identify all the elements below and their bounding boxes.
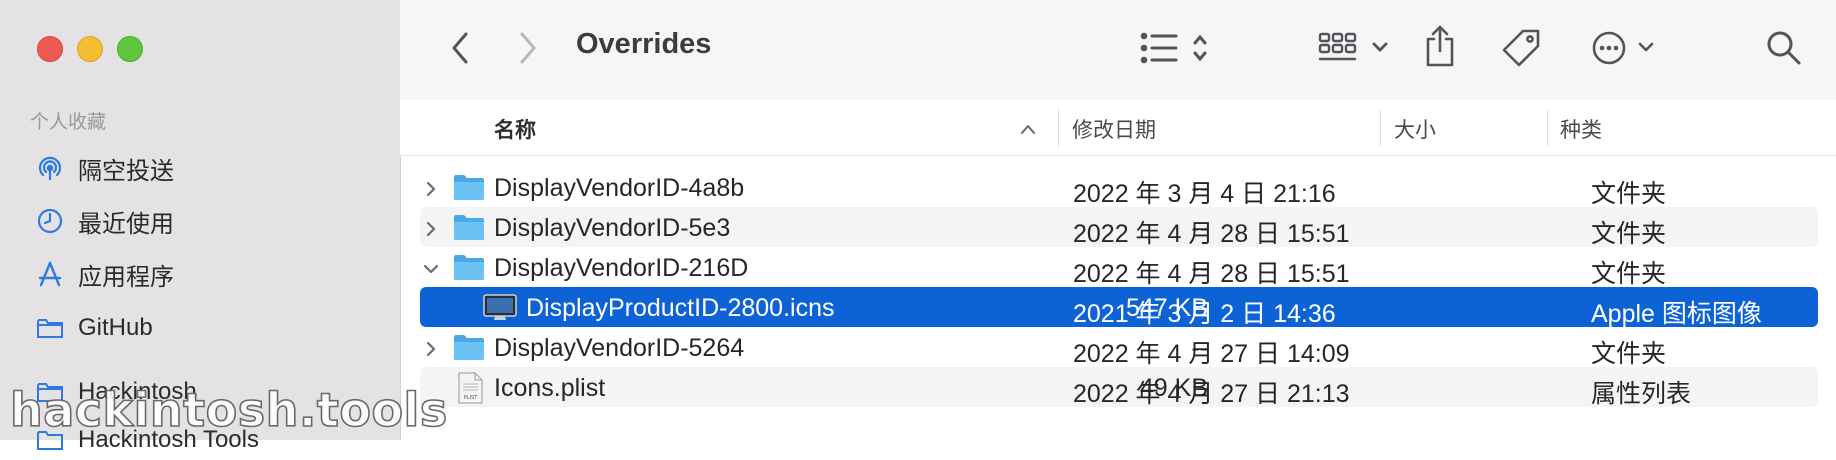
file-row[interactable]: DisplayVendorID-5e3 2022 年 4 月 28 日 15:5… xyxy=(420,207,1818,248)
file-size: -- xyxy=(1191,334,1208,362)
file-kind: 文件夹 xyxy=(1591,180,1667,208)
group-button[interactable] xyxy=(1318,26,1394,70)
back-button[interactable] xyxy=(442,28,478,68)
plist-file-icon: PLIST xyxy=(456,372,484,404)
finder-window: 个人收藏 隔空投送 最近使用 应用程序 GitHub Hackintosh Ha… xyxy=(0,0,1836,453)
sidebar-item-airdrop[interactable]: 隔空投送 xyxy=(34,148,174,188)
folder-icon xyxy=(34,312,66,344)
tag-button[interactable] xyxy=(1500,26,1544,70)
forward-button[interactable] xyxy=(510,28,546,68)
file-date: 2022 年 4 月 27 日 21:13 xyxy=(1073,380,1350,408)
sidebar: 个人收藏 隔空投送 最近使用 应用程序 GitHub Hackintosh Ha… xyxy=(0,0,401,453)
sidebar-item-applications[interactable]: 应用程序 xyxy=(34,254,174,294)
file-date: 2022 年 4 月 27 日 14:09 xyxy=(1073,340,1350,368)
minimize-window-button[interactable] xyxy=(77,36,103,62)
file-size: 547 KB xyxy=(1125,294,1208,322)
file-kind: Apple 图标图像 xyxy=(1591,300,1762,328)
column-header-kind[interactable]: 种类 xyxy=(1560,114,1602,144)
grid-group-icon xyxy=(1318,28,1394,68)
column-header-size[interactable]: 大小 xyxy=(1394,114,1436,144)
file-kind: 属性列表 xyxy=(1591,380,1692,408)
sidebar-item-label: GitHub xyxy=(78,314,153,341)
applications-icon xyxy=(34,258,66,290)
folder-icon xyxy=(452,332,486,362)
file-size: 49 KB xyxy=(1139,374,1208,402)
file-name: DisplayVendorID-5264 xyxy=(494,334,745,362)
file-name: DisplayVendorID-5e3 xyxy=(494,214,731,242)
disclosure-expanded-icon[interactable] xyxy=(421,257,441,277)
sidebar-section-favorites: 个人收藏 xyxy=(30,112,107,133)
file-row[interactable]: DisplayVendorID-4a8b 2022 年 3 月 4 日 21:1… xyxy=(420,167,1818,208)
toolbar: Overrides xyxy=(400,0,1836,101)
airdrop-icon xyxy=(34,152,66,184)
sort-ascending-icon[interactable] xyxy=(1020,122,1036,140)
file-date: 2022 年 4 月 28 日 15:51 xyxy=(1073,260,1350,288)
file-kind: 文件夹 xyxy=(1591,340,1667,368)
file-row[interactable]: DisplayVendorID-5264 2022 年 4 月 27 日 14:… xyxy=(420,327,1818,368)
file-kind: 文件夹 xyxy=(1591,260,1667,288)
chevron-left-icon xyxy=(450,31,470,65)
close-window-button[interactable] xyxy=(37,36,63,62)
sidebar-item-github[interactable]: GitHub xyxy=(34,308,153,348)
folder-icon xyxy=(452,252,486,282)
column-divider[interactable] xyxy=(1058,110,1059,146)
more-actions-button[interactable] xyxy=(1590,26,1668,70)
file-name: DisplayVendorID-216D xyxy=(494,254,749,282)
disclosure-collapsed-icon[interactable] xyxy=(421,337,441,357)
column-header-bar: 名称 修改日期 大小 种类 xyxy=(400,100,1836,156)
file-row[interactable]: DisplayVendorID-216D 2022 年 4 月 28 日 15:… xyxy=(420,247,1818,288)
file-name: Icons.plist xyxy=(494,374,606,402)
tag-icon xyxy=(1501,27,1543,69)
sidebar-item-recents[interactable]: 最近使用 xyxy=(34,201,174,241)
folder-icon xyxy=(452,212,486,242)
file-size: -- xyxy=(1191,174,1208,202)
file-size: -- xyxy=(1191,254,1208,282)
sidebar-item-label: 隔空投送 xyxy=(78,157,174,185)
disclosure-collapsed-icon[interactable] xyxy=(421,217,441,237)
view-options-button[interactable] xyxy=(1140,26,1214,70)
share-icon xyxy=(1422,23,1458,69)
column-divider[interactable] xyxy=(1380,110,1381,146)
file-row-selected[interactable]: DisplayProductID-2800.icns 2021 年 3 月 2 … xyxy=(420,287,1818,328)
search-button[interactable] xyxy=(1762,26,1806,70)
chevron-right-icon xyxy=(518,31,538,65)
disclosure-collapsed-icon[interactable] xyxy=(421,177,441,197)
list-view-icon xyxy=(1140,28,1214,68)
file-row[interactable]: PLIST Icons.plist 2022 年 4 月 27 日 21:13 … xyxy=(420,367,1818,408)
sidebar-item-label: 最近使用 xyxy=(78,210,174,238)
watermark-text: hackintosh.tools xyxy=(9,382,448,438)
icns-file-icon xyxy=(482,292,518,322)
window-title: Overrides xyxy=(576,28,712,60)
ellipsis-circle-icon xyxy=(1590,27,1668,69)
search-icon xyxy=(1765,29,1803,67)
column-header-name[interactable]: 名称 xyxy=(494,114,536,144)
column-header-date[interactable]: 修改日期 xyxy=(1072,114,1156,144)
file-kind: 文件夹 xyxy=(1591,220,1667,248)
share-button[interactable] xyxy=(1422,22,1458,70)
file-name: DisplayProductID-2800.icns xyxy=(526,294,835,322)
zoom-window-button[interactable] xyxy=(117,36,143,62)
file-date: 2022 年 4 月 28 日 15:51 xyxy=(1073,220,1350,248)
column-divider[interactable] xyxy=(1547,110,1548,146)
svg-text:PLIST: PLIST xyxy=(464,395,478,401)
sidebar-item-label: 应用程序 xyxy=(78,263,174,291)
folder-icon xyxy=(452,172,486,202)
clock-icon xyxy=(34,205,66,237)
file-name: DisplayVendorID-4a8b xyxy=(494,174,745,202)
file-size: -- xyxy=(1191,214,1208,242)
